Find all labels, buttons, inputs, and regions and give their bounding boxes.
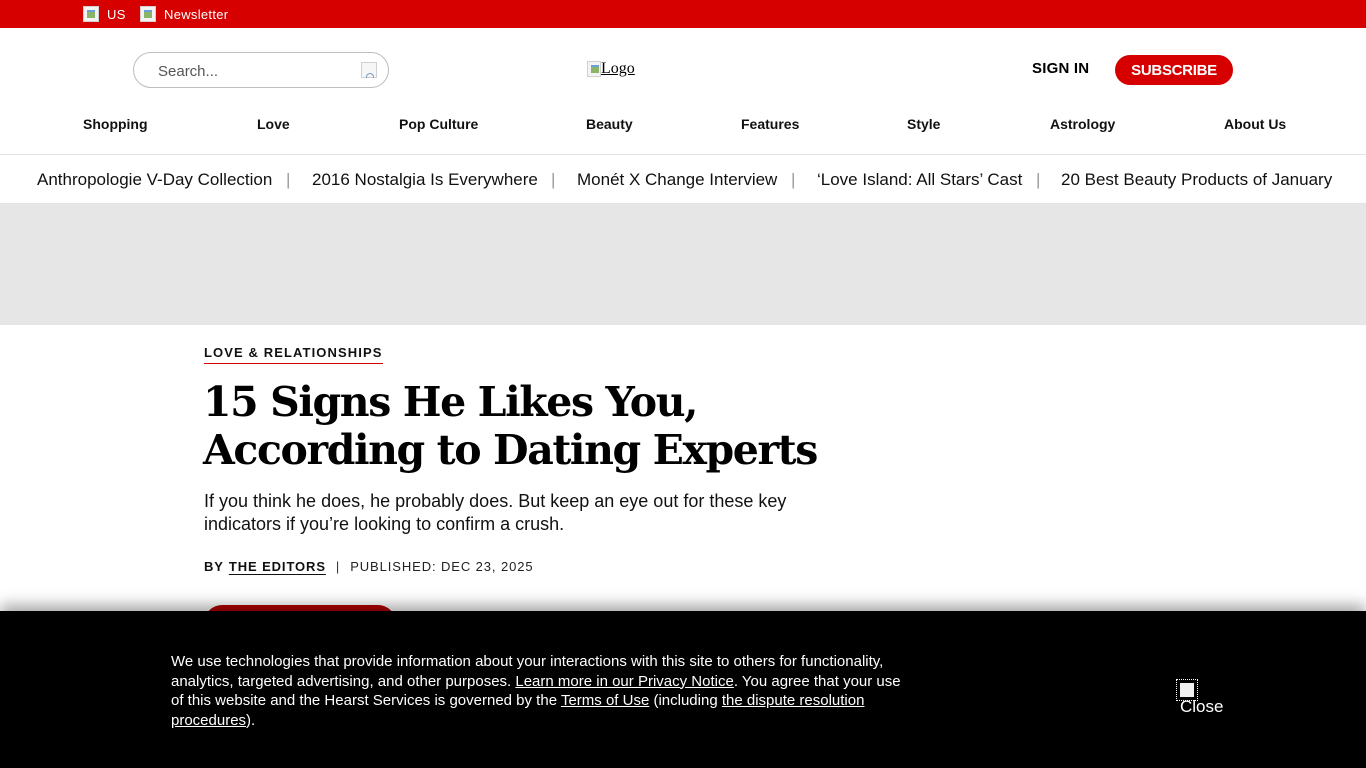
nav-item-astrology[interactable]: Astrology xyxy=(1050,116,1115,132)
ad-placeholder xyxy=(0,204,1366,325)
cookie-text-part: (including xyxy=(649,692,722,709)
nav-item-shopping[interactable]: Shopping xyxy=(83,116,148,132)
nav-item-about-us[interactable]: About Us xyxy=(1224,116,1286,132)
published-date: PUBLISHED: DEC 23, 2025 xyxy=(350,559,534,574)
site-logo[interactable]: Logo xyxy=(587,60,635,78)
trending-separator: | xyxy=(791,170,796,189)
cookie-consent-banner: We use technologies that provide informa… xyxy=(0,611,1366,768)
logo-alt-text: Logo xyxy=(601,60,635,77)
region-selector[interactable]: US xyxy=(83,0,126,28)
trending-link[interactable]: 20 Best Beauty Products of January xyxy=(1061,170,1332,190)
article-category[interactable]: LOVE & RELATIONSHIPS xyxy=(204,345,383,364)
trending-link[interactable]: 2016 Nostalgia Is Everywhere xyxy=(312,170,538,190)
newsletter-label: Newsletter xyxy=(164,6,229,22)
nav-item-beauty[interactable]: Beauty xyxy=(586,116,633,132)
logo-image-icon xyxy=(587,61,601,77)
byline: BY THE EDITORS | PUBLISHED: DEC 23, 2025 xyxy=(204,559,533,574)
trending-links: Anthropologie V-Day Collection | 2016 No… xyxy=(0,154,1366,204)
trending-separator: | xyxy=(551,170,556,189)
article-headline: 15 Signs He Likes You, According to Dati… xyxy=(203,378,818,474)
nav-item-love[interactable]: Love xyxy=(257,116,290,132)
flag-icon xyxy=(83,6,99,22)
region-label: US xyxy=(107,6,126,22)
trending-link[interactable]: ‘Love Island: All Stars’ Cast xyxy=(817,170,1022,190)
top-bar: US Newsletter xyxy=(0,0,1366,28)
newsletter-link[interactable]: Newsletter xyxy=(140,0,228,28)
cookie-text-part: ). xyxy=(246,711,256,729)
author-link[interactable]: THE EDITORS xyxy=(229,559,326,574)
trending-link[interactable]: Monét X Change Interview xyxy=(577,170,777,190)
nav-item-style[interactable]: Style xyxy=(907,116,940,132)
cookie-text: We use technologies that provide informa… xyxy=(171,652,913,730)
trending-link[interactable]: Anthropologie V-Day Collection xyxy=(37,170,272,190)
newsletter-icon xyxy=(140,6,156,22)
byline-separator: | xyxy=(335,559,341,574)
subscribe-button[interactable]: SUBSCRIBE xyxy=(1115,55,1233,85)
sign-in-link[interactable]: SIGN IN xyxy=(1032,60,1089,77)
search-icon[interactable] xyxy=(361,62,377,78)
nav-item-features[interactable]: Features xyxy=(741,116,799,132)
terms-of-use-link[interactable]: Terms of Use xyxy=(561,692,649,709)
main-nav: Shopping Love Pop Culture Beauty Feature… xyxy=(0,110,1366,140)
article-dek: If you think he does, he probably does. … xyxy=(204,491,787,534)
close-label: Close xyxy=(1180,697,1224,716)
privacy-notice-link[interactable]: Learn more in our Privacy Notice xyxy=(515,673,733,690)
trending-separator: | xyxy=(286,170,291,189)
search-box xyxy=(133,52,389,88)
search-input[interactable] xyxy=(158,61,348,81)
close-banner-button[interactable]: Close xyxy=(1176,679,1228,716)
byline-prefix: BY xyxy=(204,559,224,574)
trending-separator: | xyxy=(1036,170,1041,189)
nav-item-pop-culture[interactable]: Pop Culture xyxy=(399,116,478,132)
